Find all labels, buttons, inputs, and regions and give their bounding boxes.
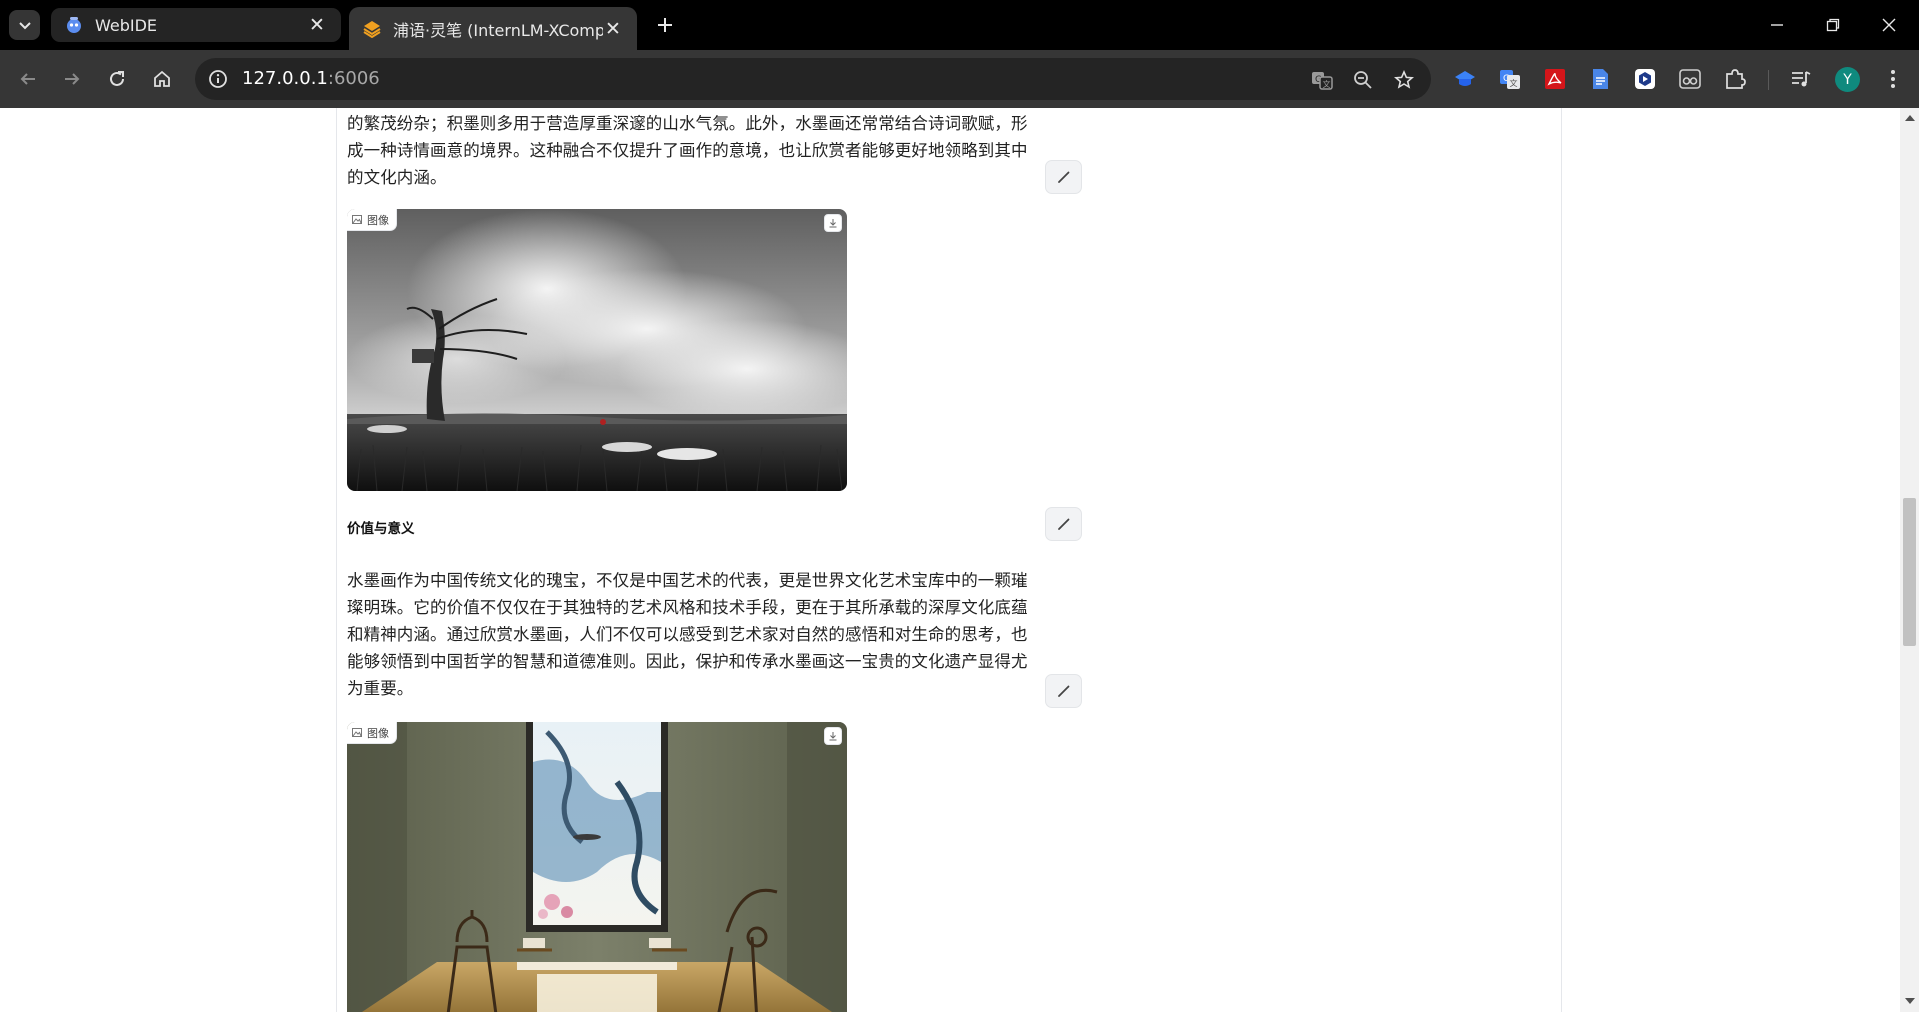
more-vertical-icon xyxy=(1891,70,1895,88)
generated-image-landscape[interactable]: 图像 xyxy=(347,209,847,491)
scrollbar-thumb[interactable] xyxy=(1903,498,1916,646)
toolbar-divider xyxy=(1768,70,1769,90)
article-paragraph: 水墨画作为中国传统文化的瑰宝，不仅是中国艺术的代表，更是世界文化艺术宝库中的一颗… xyxy=(347,567,1033,702)
close-icon xyxy=(1882,18,1896,32)
puzzle-icon xyxy=(1726,69,1746,89)
scroll-up-arrow-icon[interactable] xyxy=(1905,115,1915,121)
tab-title: 浦语·灵笔 (InternLM-XCompo xyxy=(393,20,603,40)
text-line: 水墨画作为中国传统文化的瑰宝，不仅是中国艺术的代表，更是世界文化艺术宝库中的一颗… xyxy=(347,571,1028,590)
page-scrollbar[interactable] xyxy=(1900,108,1919,1012)
download-button[interactable] xyxy=(824,727,842,745)
document-icon xyxy=(1593,69,1608,89)
glasses-icon xyxy=(1679,69,1701,89)
extension-6-button[interactable] xyxy=(1677,66,1703,92)
tab-strip: WebIDE ✕ 浦语·灵笔 (InternLM-XCompo ✕ xyxy=(0,0,1919,50)
media-controls-button[interactable] xyxy=(1788,66,1814,92)
url-text[interactable]: 127.0.0.1:6006 xyxy=(242,68,380,89)
page-viewport: 的繁茂纷杂；积墨则多用于营造厚重深邃的山水气氛。此外，水墨画还常常结合诗词歌赋，… xyxy=(0,108,1900,1012)
svg-text:文: 文 xyxy=(1510,78,1518,88)
address-bar[interactable]: 127.0.0.1:6006 G文 xyxy=(195,58,1431,100)
webide-favicon-icon xyxy=(67,17,81,33)
edit-button[interactable] xyxy=(1045,674,1082,708)
image-icon xyxy=(352,215,362,224)
close-icon[interactable]: ✕ xyxy=(307,14,327,36)
tab-title: WebIDE xyxy=(95,15,158,35)
google-translate-icon: G文 xyxy=(1500,70,1520,89)
chevron-down-icon xyxy=(18,22,31,30)
image-label-text: 图像 xyxy=(367,213,389,227)
edit-button[interactable] xyxy=(1045,507,1082,541)
svg-text:文: 文 xyxy=(1323,79,1331,89)
image-label: 图像 xyxy=(347,722,397,744)
text-line: 的文化内涵。 xyxy=(347,168,447,187)
docs-extension-button[interactable] xyxy=(1587,66,1613,92)
extension-1-button[interactable] xyxy=(1452,66,1478,92)
translate-icon: G文 xyxy=(1312,72,1333,90)
arrow-left-icon xyxy=(20,73,35,85)
scroll-down-arrow-icon[interactable] xyxy=(1905,998,1915,1004)
download-button[interactable] xyxy=(824,214,842,232)
reload-button[interactable] xyxy=(102,64,132,94)
home-button[interactable] xyxy=(147,64,177,94)
info-icon xyxy=(209,70,227,88)
tab-internlm[interactable]: 浦语·灵笔 (InternLM-XCompo ✕ xyxy=(349,7,637,50)
playlist-icon xyxy=(1792,71,1811,87)
star-icon xyxy=(1394,70,1414,89)
text-line: 为重要。 xyxy=(347,679,414,698)
section-heading: 价值与意义 xyxy=(347,521,415,537)
graduation-cap-icon xyxy=(1455,71,1475,86)
close-window-button[interactable] xyxy=(1861,0,1917,50)
translate-button[interactable]: G文 xyxy=(1309,67,1335,93)
zoom-out-icon xyxy=(1354,71,1372,89)
extensions-menu-button[interactable] xyxy=(1722,66,1748,92)
text-line: 和精神内涵。通过欣赏水墨画，人们不仅可以感受到艺术家对自然的感悟和对生命的思考，… xyxy=(347,625,1028,644)
arrow-right-icon xyxy=(65,73,80,85)
tab-search-button[interactable] xyxy=(9,10,40,40)
pdf-extension-button[interactable] xyxy=(1542,66,1568,92)
extension-5-button[interactable] xyxy=(1632,66,1658,92)
pencil-icon xyxy=(1057,171,1069,183)
text-line: 璨明珠。它的价值不仅仅在于其独特的艺术风格和技术手段，更在于其所承载的深厚文化底… xyxy=(347,598,1028,617)
close-icon[interactable]: ✕ xyxy=(603,18,623,40)
pdf-icon xyxy=(1545,69,1565,89)
article-paragraph: 的繁茂纷杂；积墨则多用于营造厚重深邃的山水气氛。此外，水墨画还常常结合诗词歌赋，… xyxy=(347,110,1033,191)
browser-menu-button[interactable] xyxy=(1880,66,1906,92)
zoom-button[interactable] xyxy=(1350,67,1376,93)
plus-icon xyxy=(658,18,672,32)
text-line: 能够领悟到中国哲学的智慧和道德准则。因此，保护和传承水墨画这一宝贵的文化遗产显得… xyxy=(347,652,1028,671)
pencil-icon xyxy=(1057,518,1069,530)
google-translate-extension-button[interactable]: G文 xyxy=(1497,66,1523,92)
gallery-room-picture xyxy=(347,722,847,1012)
text-line: 的繁茂纷杂；积墨则多用于营造厚重深邃的山水气氛。此外，水墨画还常常结合诗词歌赋，… xyxy=(347,114,1028,133)
hexagon-app-icon xyxy=(1635,69,1655,89)
image-icon xyxy=(352,728,362,737)
ink-landscape-picture xyxy=(347,209,847,491)
restore-button[interactable] xyxy=(1805,0,1861,50)
text-line: 成一种诗情画意的境界。这种融合不仅提升了画作的意境，也让欣赏者能够更好地领略到其… xyxy=(347,141,1028,160)
bookmark-button[interactable] xyxy=(1391,67,1417,93)
image-label: 图像 xyxy=(347,209,397,231)
new-tab-button[interactable] xyxy=(650,10,680,40)
download-icon xyxy=(829,732,837,741)
url-host: 127.0.0.1 xyxy=(242,68,328,89)
profile-avatar[interactable]: Y xyxy=(1835,67,1860,92)
reload-icon xyxy=(110,71,124,86)
restore-icon xyxy=(1826,18,1840,32)
generated-image-gallery[interactable]: 图像 xyxy=(347,722,847,1012)
minimize-icon xyxy=(1771,24,1783,26)
browser-toolbar: 127.0.0.1:6006 G文 G文 Y xyxy=(0,50,1919,108)
tab-webide[interactable]: WebIDE ✕ xyxy=(51,8,341,42)
image-label-text: 图像 xyxy=(367,726,389,740)
home-icon xyxy=(154,70,170,87)
internlm-favicon-icon xyxy=(363,20,381,38)
site-info-button[interactable] xyxy=(205,66,231,92)
back-button[interactable] xyxy=(13,64,43,94)
minimize-button[interactable] xyxy=(1749,0,1805,50)
download-icon xyxy=(829,219,837,228)
pencil-icon xyxy=(1057,685,1069,697)
forward-button[interactable] xyxy=(57,64,87,94)
url-port: :6006 xyxy=(327,68,380,89)
edit-button[interactable] xyxy=(1045,160,1082,194)
